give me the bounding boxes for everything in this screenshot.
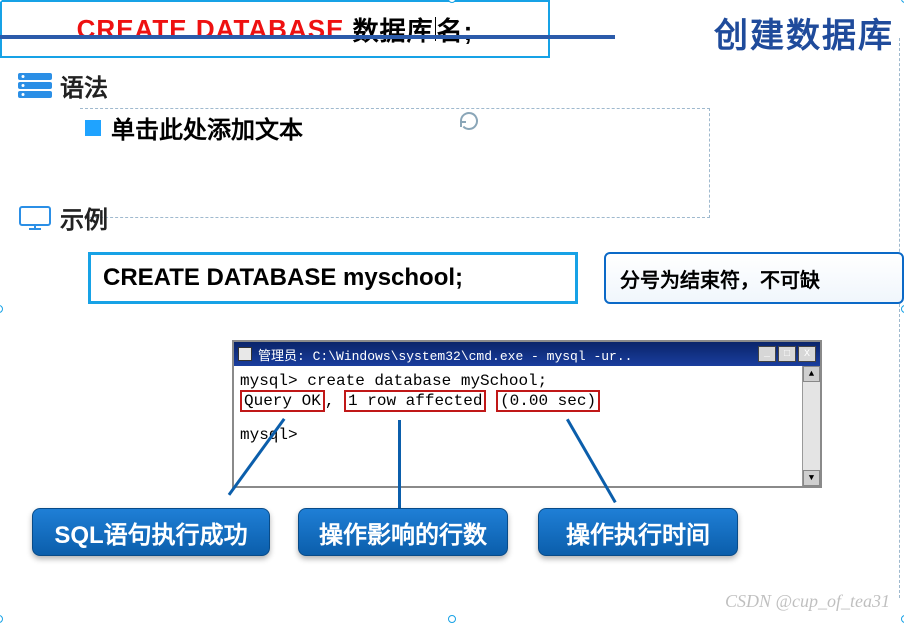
terminal-line-3: mysql> — [240, 426, 800, 444]
result-status-box: Query OK — [240, 390, 325, 412]
server-icon — [18, 73, 52, 99]
terminal-titlebar[interactable]: 管理员: C:\Windows\system32\cmd.exe - mysql… — [234, 342, 820, 366]
terminal-window: 管理员: C:\Windows\system32\cmd.exe - mysql… — [232, 340, 822, 488]
note-text: 分号为结束符，不可缺 — [620, 264, 820, 293]
terminal-scrollbar[interactable]: ▲ ▼ — [802, 366, 820, 486]
minimize-button[interactable]: _ — [758, 346, 776, 362]
callout-sql-success: SQL语句执行成功 — [32, 508, 270, 556]
callout-exec-time: 操作执行时间 — [538, 508, 738, 556]
watermark: CSDN @cup_of_tea31 — [725, 591, 890, 612]
page-title: 创建数据库 — [714, 8, 894, 57]
handle-w[interactable] — [0, 305, 3, 313]
section-syntax: 语法 — [18, 68, 108, 103]
window-controls: _ □ X — [758, 346, 816, 362]
right-dashed-guide — [899, 38, 900, 598]
terminal-line-2: Query OK, 1 row affected (0.00 sec) — [240, 390, 800, 412]
syntax-text: CREATE DATABASE 数据库 名; — [2, 2, 548, 56]
example-code: CREATE DATABASE myschool; — [103, 264, 463, 292]
connector-2 — [398, 420, 401, 510]
exec-time-box: (0.00 sec) — [496, 390, 600, 412]
callout-rows-affected: 操作影响的行数 — [298, 508, 508, 556]
rows-affected-box: 1 row affected — [344, 390, 486, 412]
close-button[interactable]: X — [798, 346, 816, 362]
top-rule — [0, 35, 615, 39]
example-code-box: CREATE DATABASE myschool; — [88, 252, 578, 304]
monitor-icon — [18, 205, 52, 231]
syntax-text-box[interactable]: CREATE DATABASE 数据库 名; — [0, 0, 550, 58]
terminal-line-1: mysql> create database mySchool; — [240, 372, 800, 390]
scroll-up-button[interactable]: ▲ — [803, 366, 820, 382]
terminal-title: 管理员: C:\Windows\system32\cmd.exe - mysql… — [258, 345, 752, 364]
example-label: 示例 — [60, 200, 108, 235]
syntax-ph-post: 名; — [437, 11, 474, 48]
scroll-down-button[interactable]: ▼ — [803, 470, 820, 486]
syntax-keyword: CREATE DATABASE — [77, 14, 345, 45]
note-box: 分号为结束符，不可缺 — [604, 252, 904, 304]
handle-s[interactable] — [448, 615, 456, 623]
cmd-icon — [238, 347, 252, 361]
section-example: 示例 — [18, 200, 108, 235]
syntax-label: 语法 — [60, 68, 108, 103]
selection-dashed-box — [80, 108, 710, 218]
handle-sw[interactable] — [0, 615, 3, 623]
terminal-body: mysql> create database mySchool; Query O… — [234, 366, 820, 486]
maximize-button[interactable]: □ — [778, 346, 796, 362]
syntax-ph-pre: 数据库 — [353, 11, 434, 48]
